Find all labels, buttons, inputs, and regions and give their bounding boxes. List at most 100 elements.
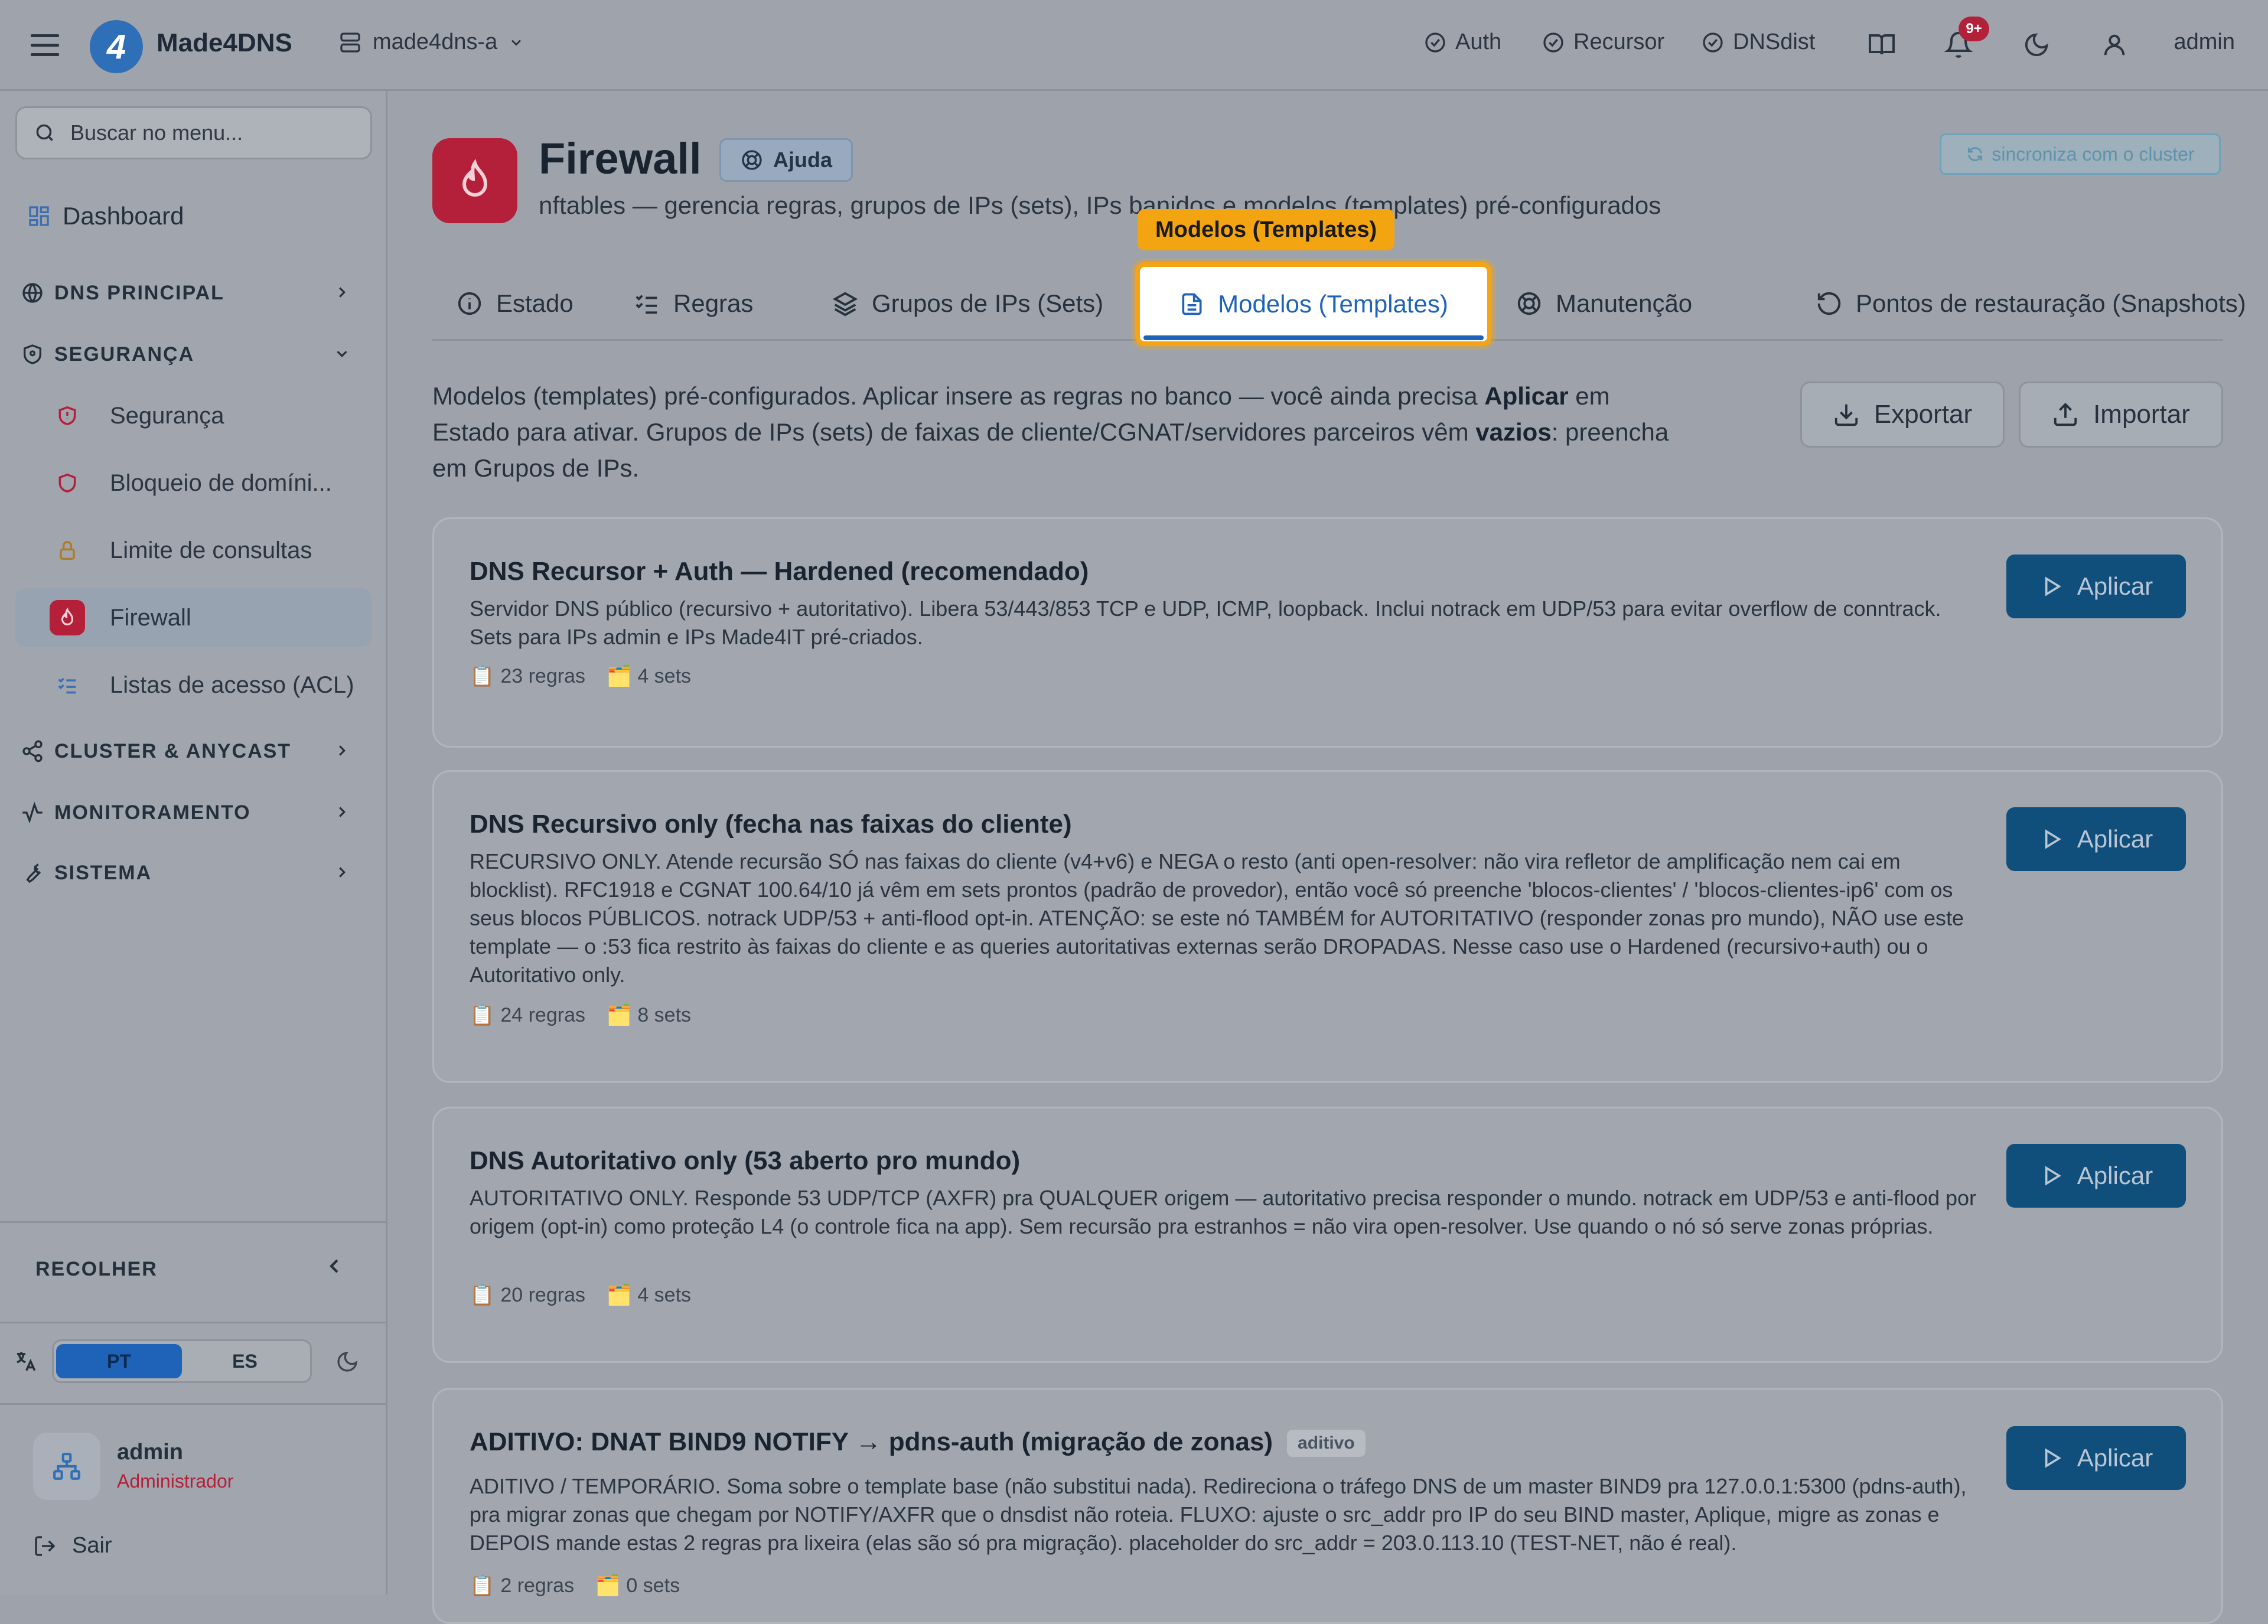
notification-badge: 9+ [1959,17,1989,41]
service-status-dnsdist[interactable]: DNSdist [1701,30,1815,55]
flame-icon [50,600,85,635]
additive-tag: aditivo [1287,1430,1366,1457]
template-description: RECURSIVO ONLY. Atende recursão SÓ nas f… [470,849,1964,987]
tab-templates[interactable]: Modelos (Templates) [1135,262,1492,346]
apply-button[interactable]: Aplicar [2006,1144,2186,1208]
clipboard-icon: 📋 [470,1284,495,1306]
server-selector[interactable]: made4dns-a [338,30,524,55]
clipboard-icon: 📋 [470,665,495,687]
lifebuoy-icon [740,148,764,172]
book-icon[interactable] [1864,27,1899,63]
user-menu[interactable]: admin [2174,30,2236,55]
sync-cluster-badge[interactable]: sincroniza com o cluster [1940,133,2221,175]
download-icon [1833,401,1860,428]
tab-snapshots[interactable]: Pontos de restauração (Snapshots) [1816,268,2246,339]
page-title: Firewall [539,134,702,183]
chevron-right-icon [333,863,351,881]
export-button[interactable]: Exportar [1800,381,2005,448]
moon-icon[interactable] [335,1350,359,1374]
upload-icon [2052,401,2079,428]
template-card: ADITIVO: DNAT BIND9 NOTIFY → pdns-auth (… [432,1388,2223,1624]
folder-icon: 🗂️ [606,1284,632,1306]
check-circle-icon [1542,31,1565,54]
chevron-down-icon [508,34,524,51]
template-meta: 📋 23 regras 🗂️ 4 sets [470,664,692,688]
clipboard-icon: 📋 [470,1004,495,1026]
template-title: DNS Recursivo only (fecha nas faixas do … [470,810,1072,839]
templates-description: Modelos (templates) pré-configurados. Ap… [432,382,1669,482]
language-toggle: PT ES [52,1339,312,1383]
play-icon [2039,1164,2063,1188]
chevron-right-icon [333,283,351,301]
sidebar-item-dashboard[interactable]: Dashboard [15,185,372,247]
moon-icon[interactable] [2019,27,2054,63]
tab-estado[interactable]: Estado [456,268,573,339]
template-title: ADITIVO: DNAT BIND9 NOTIFY → pdns-auth (… [470,1427,1366,1457]
language-es[interactable]: ES [182,1344,308,1378]
import-button[interactable]: Importar [2019,381,2223,448]
layers-icon [832,290,859,317]
hamburger-menu-icon[interactable] [30,31,60,60]
check-circle-icon [1423,31,1447,54]
sidebar-item-bloqueio[interactable]: Bloqueio de domíni... [15,454,372,513]
lock-icon [50,533,85,568]
brand-name[interactable]: Made4DNS [157,28,292,58]
service-status-auth[interactable]: Auth [1423,30,1501,55]
section-dns-principal[interactable]: DNS PRINCIPAL [15,269,372,317]
divider [0,1322,387,1323]
user-icon[interactable] [2097,27,2132,63]
folder-icon: 🗂️ [595,1574,621,1597]
logout-button[interactable]: Sair [33,1533,112,1558]
history-icon [1816,290,1843,317]
template-description: ADITIVO / TEMPORÁRIO. Soma sobre o templ… [470,1474,1967,1555]
logout-icon [33,1534,57,1558]
sidebar-item-acl[interactable]: Listas de acesso (ACL) [15,656,372,715]
section-monitoramento[interactable]: MONITORAMENTO [15,789,372,836]
section-seguranca[interactable]: SEGURANÇA [15,331,372,378]
search-input[interactable] [69,120,355,146]
help-button[interactable]: Ajuda [719,138,853,182]
apply-button[interactable]: Aplicar [2006,807,2186,871]
server-icon [338,31,362,54]
sidebar-item-seguranca[interactable]: Segurança [15,386,372,445]
section-sistema[interactable]: SISTEMA [15,849,372,896]
sidebar-search[interactable] [15,106,372,159]
brand-logo[interactable]: 4 [90,20,143,73]
folder-icon: 🗂️ [606,1004,632,1026]
translate-icon [13,1349,38,1374]
chevron-right-icon [333,803,351,821]
main-content: Firewall Ajuda nftables — gerencia regra… [387,91,2268,1624]
clipboard-icon: 📋 [470,1574,495,1597]
sidebar-item-firewall[interactable]: Firewall [15,588,372,647]
apply-button[interactable]: Aplicar [2006,1426,2186,1490]
service-status-recursor[interactable]: Recursor [1542,30,1664,55]
section-cluster[interactable]: CLUSTER & ANYCAST [15,728,372,775]
tab-sets[interactable]: Grupos de IPs (Sets) [832,268,1103,339]
play-icon [2039,575,2063,598]
globe-icon [15,281,50,305]
shield-alert-icon [50,398,85,433]
template-description: Servidor DNS público (recursivo + autori… [470,596,1941,649]
shield-icon [15,343,50,366]
grid-icon [15,204,63,228]
language-pt[interactable]: PT [56,1344,182,1378]
check-circle-icon [1701,31,1725,54]
avatar [33,1433,100,1500]
divider [0,1221,387,1223]
tab-regras[interactable]: Regras [633,268,753,339]
sidebar: Dashboard DNS PRINCIPAL SEGURANÇA Segura… [0,91,387,1594]
tab-tooltip: Modelos (Templates) [1138,209,1395,250]
info-icon [456,290,483,317]
chevron-left-icon[interactable] [322,1254,346,1278]
page-subtitle: nftables — gerencia regras, grupos de IP… [539,191,1661,219]
template-description: AUTORITATIVO ONLY. Responde 53 UDP/TCP (… [470,1186,1977,1238]
share-icon [15,739,50,763]
server-name: made4dns-a [373,30,498,54]
wrench-icon [15,861,50,885]
play-icon [2039,827,2063,851]
apply-button[interactable]: Aplicar [2006,555,2186,618]
sidebar-item-limite[interactable]: Limite de consultas [15,521,372,580]
user-name: admin [117,1440,183,1465]
list-check-icon [633,290,660,317]
tab-manutencao[interactable]: Manutenção [1516,268,1692,339]
